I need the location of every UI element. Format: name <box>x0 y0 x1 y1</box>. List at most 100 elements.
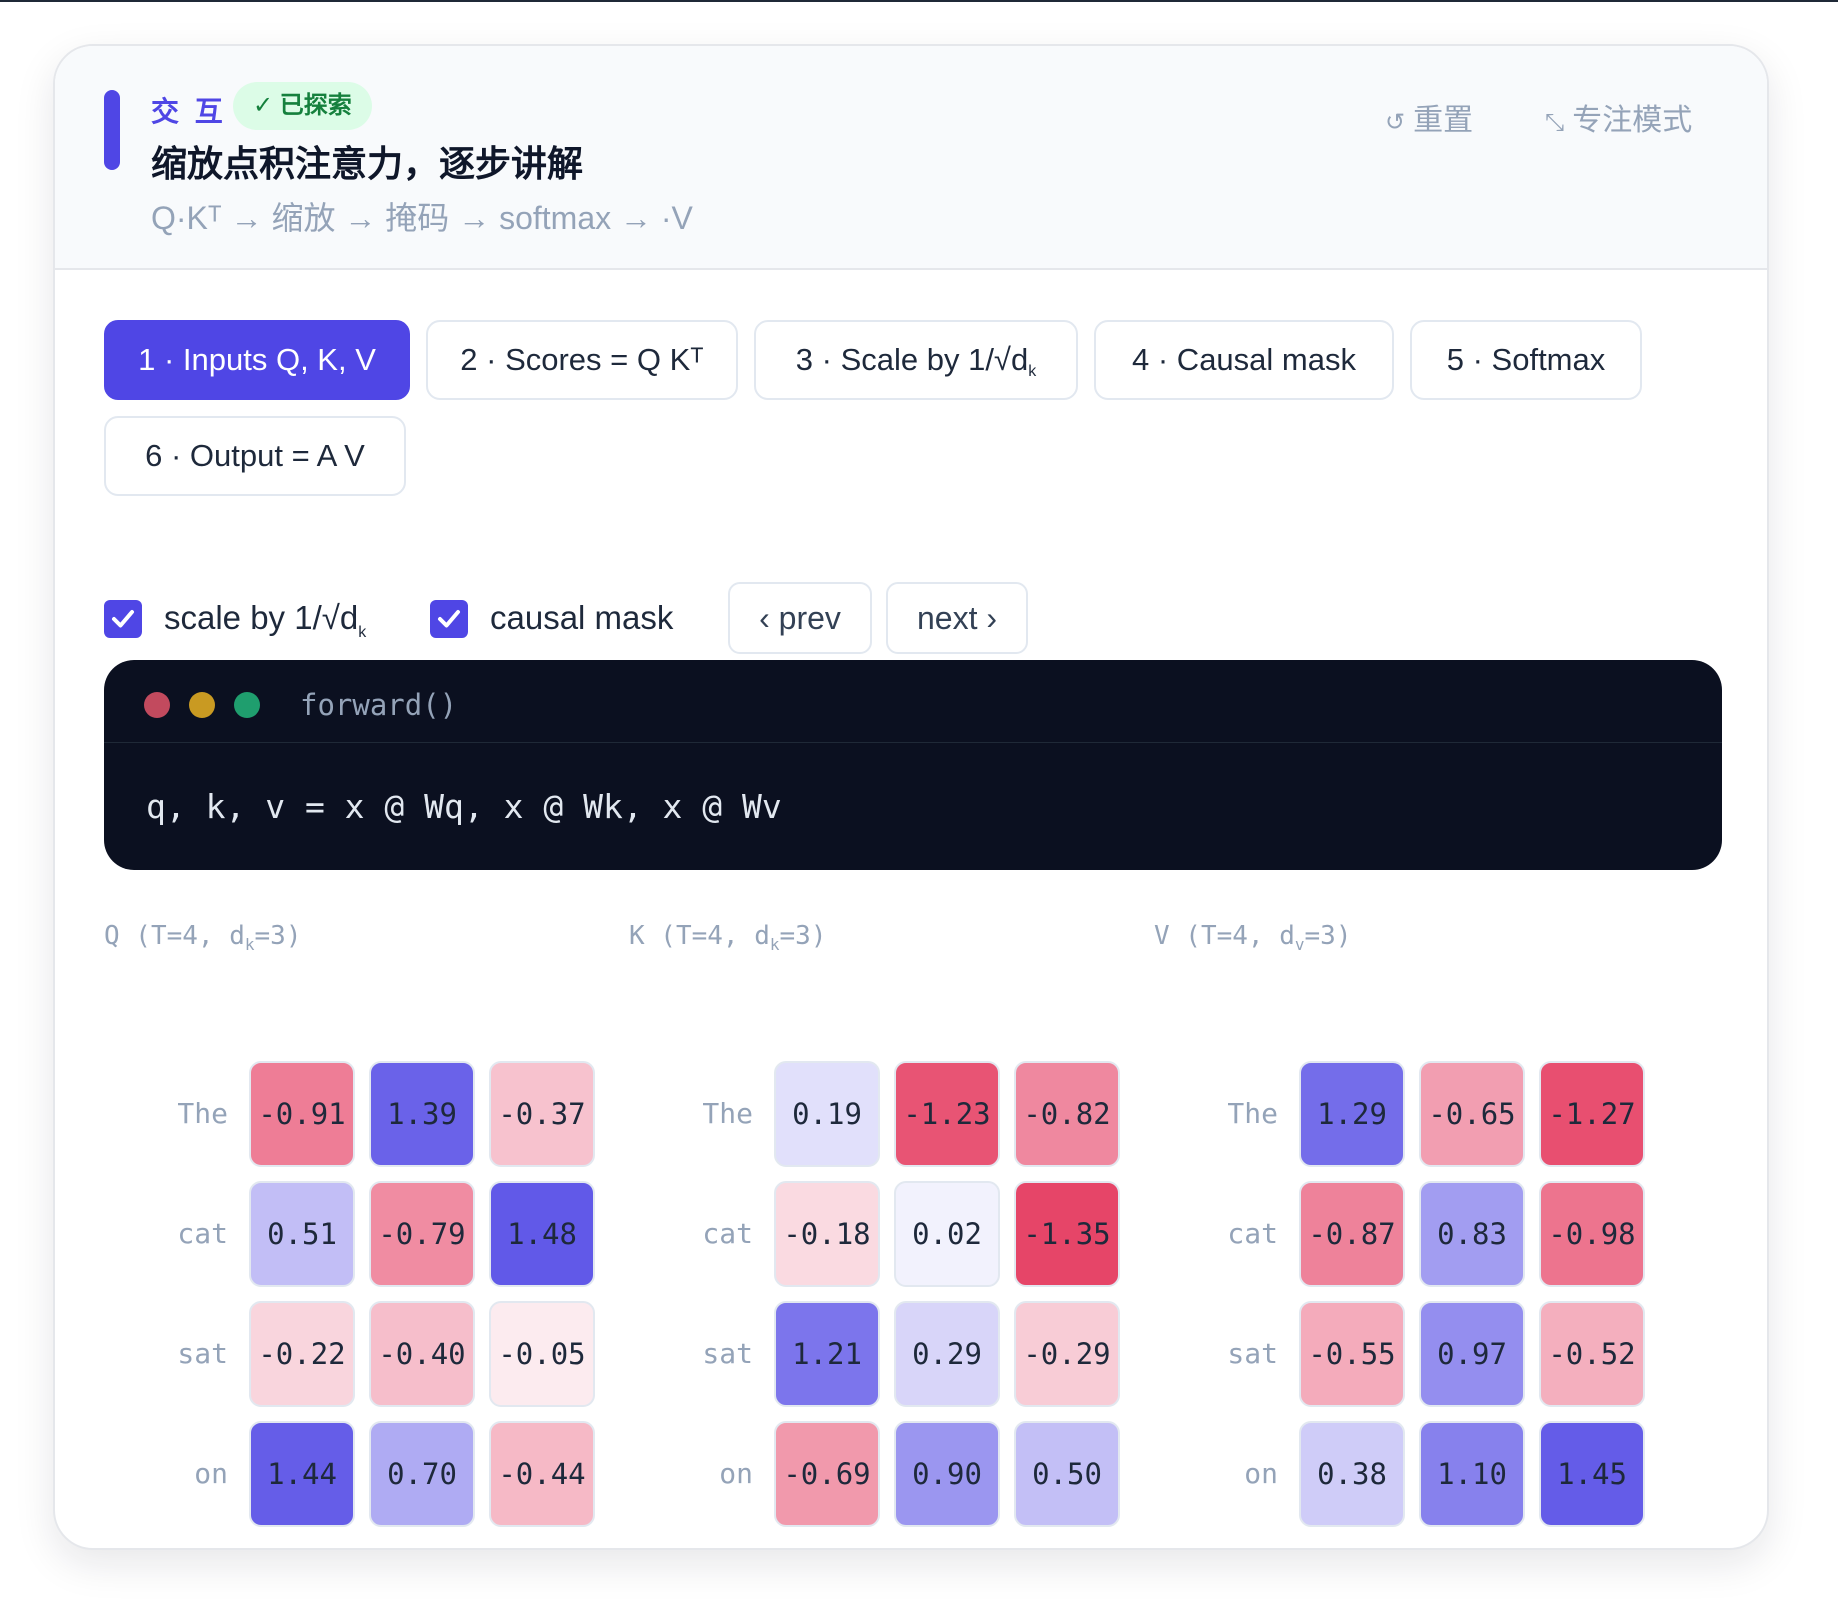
matrix-label-text: K (T=4, d <box>629 921 770 951</box>
matrix-cell: 0.51 <box>249 1181 355 1287</box>
matrix-cell: -1.23 <box>894 1061 1000 1167</box>
row-token-label: The <box>1227 1097 1278 1130</box>
row-token-label: sat <box>177 1337 228 1370</box>
next-button[interactable]: next › <box>886 582 1028 654</box>
matrix-label-end: =3) <box>1304 921 1352 951</box>
matrix-cell: -0.91 <box>249 1061 355 1167</box>
matrix-cell: 1.29 <box>1299 1061 1405 1167</box>
causal-mask-checkbox[interactable] <box>430 600 468 638</box>
tab-step-5[interactable]: 5 · Softmax <box>1410 320 1642 400</box>
explored-badge: ✓ 已探索 <box>233 82 372 130</box>
row-token-label: on <box>719 1457 753 1490</box>
matrix-cell: 0.90 <box>894 1421 1000 1527</box>
matrix-cell: 0.83 <box>1419 1181 1525 1287</box>
check-icon <box>112 610 134 628</box>
window-dot-yellow <box>189 692 215 718</box>
tab-step-1[interactable]: 1 · Inputs Q, K, V <box>104 320 410 400</box>
kicker-label: 交 互 <box>151 96 227 127</box>
row-token-label: on <box>194 1457 228 1490</box>
matrix-q: Q (T=4, dk=3) The -0.91 1.39 -0.37 cat 0.51 -0.… <box>104 916 595 1536</box>
code-title: forward() <box>300 688 458 722</box>
tab-label: 2 · Scores = Q Kᵀ <box>460 342 704 377</box>
window-top-edge <box>0 0 1838 2</box>
prev-button[interactable]: ‹ prev <box>728 582 872 654</box>
window-dot-green <box>234 692 260 718</box>
matrix-cell: -0.40 <box>369 1301 475 1407</box>
matrix-cell: -0.44 <box>489 1421 595 1527</box>
matrix-label-text: V (T=4, d <box>1154 921 1295 951</box>
matrix-cell: 1.21 <box>774 1301 880 1407</box>
tab-step-2[interactable]: 2 · Scores = Q Kᵀ <box>426 320 738 400</box>
row-token-label: sat <box>1227 1337 1278 1370</box>
matrix-label-text: Q (T=4, d <box>104 921 245 951</box>
matrix-cell: -0.05 <box>489 1301 595 1407</box>
matrix-cell: -0.69 <box>774 1421 880 1527</box>
code-line: q, k, v = x @ Wq, x @ Wk, x @ Wv <box>146 787 782 826</box>
focus-mode-button[interactable]: ⤡ 专注模式 <box>1545 96 1692 148</box>
matrix-k: K (T=4, dk=3) The 0.19 -1.23 -0.82 cat -0.18 0.… <box>629 916 1120 1536</box>
scale-checkbox[interactable] <box>104 600 142 638</box>
matrix-cell: 0.38 <box>1299 1421 1405 1527</box>
scale-label-text: scale by 1/√d <box>164 599 359 636</box>
matrix-cell: 0.97 <box>1419 1301 1525 1407</box>
matrix-cell: -0.37 <box>489 1061 595 1167</box>
window-dot-red <box>144 692 170 718</box>
matrix-cell: -0.22 <box>249 1301 355 1407</box>
row-token-label: The <box>177 1097 228 1130</box>
row-token-label: cat <box>177 1217 228 1250</box>
controls-row: scale by 1/√dk causal mask ‹ prev next › <box>104 582 1104 654</box>
matrix-cell: 0.02 <box>894 1181 1000 1287</box>
matrix-cell: -0.55 <box>1299 1301 1405 1407</box>
scale-checkbox-label[interactable]: scale by 1/√dk <box>164 582 366 669</box>
matrix-label-subscript: k <box>769 935 780 954</box>
code-titlebar: forward() <box>104 660 1722 743</box>
matrix-cell: 0.50 <box>1014 1421 1120 1527</box>
matrix-cell: -0.65 <box>1419 1061 1525 1167</box>
reset-icon: ↺ <box>1385 109 1406 136</box>
tab-label-subscript: k <box>1028 363 1037 380</box>
matrix-cell: 0.29 <box>894 1301 1000 1407</box>
matrix-cell: -0.98 <box>1539 1181 1645 1287</box>
attention-widget-card: 交 互 ✓ 已探索 缩放点积注意力，逐步讲解 Q·Kᵀ → 缩放 → 掩码 → … <box>53 44 1769 1550</box>
matrix-cell: 1.44 <box>249 1421 355 1527</box>
scale-label-subscript: k <box>358 624 367 641</box>
row-token-label: sat <box>702 1337 753 1370</box>
row-token-label: The <box>702 1097 753 1130</box>
code-panel: forward() q, k, v = x @ Wq, x @ Wk, x @ … <box>104 660 1722 870</box>
matrix-label: V (T=4, dv=3) <box>1154 916 1352 965</box>
matrix-cell: -0.82 <box>1014 1061 1120 1167</box>
tab-label: 1 · Inputs Q, K, V <box>138 342 376 377</box>
focus-mode-label: 专注模式 <box>1572 104 1693 137</box>
tab-label: 3 · Scale by 1/√d <box>795 342 1029 377</box>
check-icon <box>438 610 460 628</box>
reset-button[interactable]: ↺ 重置 <box>1385 96 1473 148</box>
tab-step-6[interactable]: 6 · Output = A V <box>104 416 406 496</box>
matrix-label: K (T=4, dk=3) <box>629 916 827 965</box>
matrix-cell: 1.45 <box>1539 1421 1645 1527</box>
tab-label: 4 · Causal mask <box>1132 342 1356 377</box>
tab-step-3[interactable]: 3 · Scale by 1/√dk <box>754 320 1078 400</box>
accent-bar <box>104 90 120 170</box>
tab-step-4[interactable]: 4 · Causal mask <box>1094 320 1394 400</box>
widget-title: 缩放点积注意力，逐步讲解 <box>151 143 584 184</box>
matrix-cell: 1.10 <box>1419 1421 1525 1527</box>
matrix-label-end: =3) <box>779 921 827 951</box>
row-token-label: cat <box>702 1217 753 1250</box>
matrix-cell: 0.19 <box>774 1061 880 1167</box>
matrix-cell: -0.29 <box>1014 1301 1120 1407</box>
matrix-label-end: =3) <box>254 921 302 951</box>
matrix-label: Q (T=4, dk=3) <box>104 916 302 965</box>
matrix-cell: 1.39 <box>369 1061 475 1167</box>
matrix-cell: -1.35 <box>1014 1181 1120 1287</box>
matrix-cell: -0.18 <box>774 1181 880 1287</box>
collapse-arrows-icon: ⤡ <box>1545 109 1565 136</box>
matrix-cell: 1.48 <box>489 1181 595 1287</box>
matrix-cell: -0.52 <box>1539 1301 1645 1407</box>
matrix-label-subscript: k <box>244 935 255 954</box>
matrix-v: V (T=4, dv=3) The 1.29 -0.65 -1.27 cat -0.87 0.… <box>1154 916 1645 1536</box>
causal-mask-label[interactable]: causal mask <box>490 582 673 654</box>
matrix-cell: 0.70 <box>369 1421 475 1527</box>
card-header: 交 互 ✓ 已探索 缩放点积注意力，逐步讲解 Q·Kᵀ → 缩放 → 掩码 → … <box>55 46 1767 270</box>
widget-subtitle: Q·Kᵀ → 缩放 → 掩码 → softmax → ·V <box>151 200 693 236</box>
step-tabs: 1 · Inputs Q, K, V 2 · Scores = Q Kᵀ 3 ·… <box>104 320 1724 500</box>
